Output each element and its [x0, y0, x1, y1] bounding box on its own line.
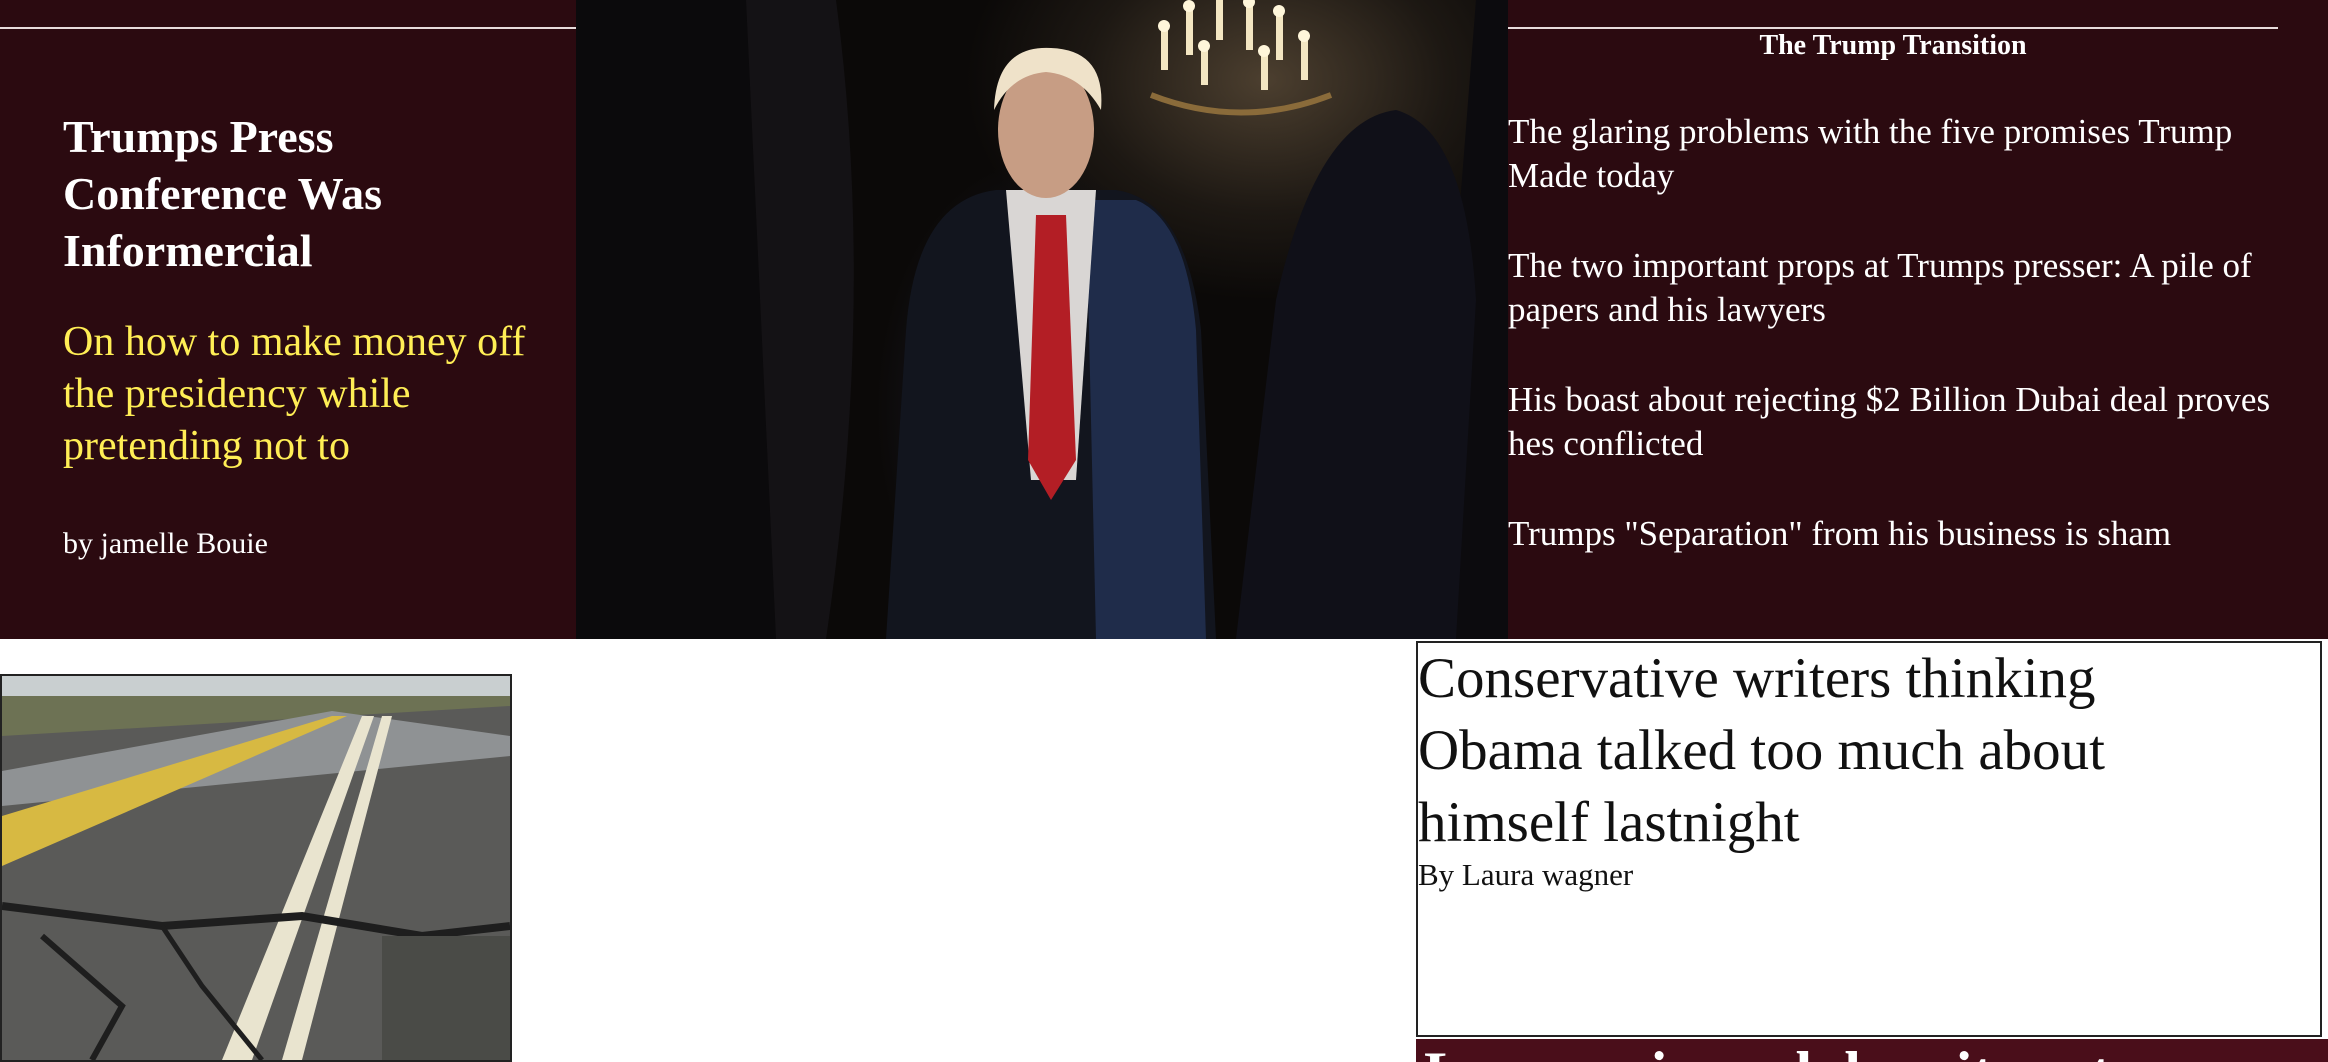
- lead-story[interactable]: Trumps Press Conference Was Informercial…: [0, 0, 576, 639]
- top-rule: [0, 27, 576, 29]
- sidebar-story-link[interactable]: Trumps "Separation" from his business is…: [1508, 512, 2288, 556]
- sidebar-story-link[interactable]: The two important props at Trumps presse…: [1508, 244, 2288, 332]
- lead-story-photo[interactable]: [576, 0, 1508, 639]
- lead-story-title[interactable]: Trumps Press Conference Was Informercial: [63, 108, 543, 279]
- cracked-road-image: [2, 676, 510, 1060]
- feature-card[interactable]: Conservative writers thinking Obama talk…: [1416, 641, 2322, 1037]
- transition-sidebar: The Trump Transition The glaring problem…: [1508, 0, 2328, 639]
- sidebar-story-text[interactable]: His boast about rejecting $2 Billion Dub…: [1508, 378, 2288, 466]
- lead-story-dek: On how to make money off the presidency …: [63, 319, 526, 469]
- cracked-road-photo[interactable]: [0, 674, 512, 1062]
- hero-section: Trumps Press Conference Was Informercial…: [0, 0, 2328, 639]
- trump-figure-image: [576, 0, 1508, 639]
- sidebar-story-text[interactable]: The two important props at Trumps presse…: [1508, 244, 2288, 332]
- lead-story-byline: by jamelle Bouie: [63, 527, 268, 560]
- sidebar-story-text[interactable]: The glaring problems with the five promi…: [1508, 110, 2288, 198]
- sidebar-story-list: The glaring problems with the five promi…: [1508, 110, 2288, 602]
- sidebar-story-link[interactable]: The glaring problems with the five promi…: [1508, 110, 2288, 198]
- feature-card-title[interactable]: Conservative writers thinking Obama talk…: [1418, 643, 2198, 859]
- next-story-title[interactable]: Lame m inc ecl does it eact: [1424, 1043, 2110, 1062]
- next-story-strip[interactable]: Lame m inc ecl does it eact: [1416, 1039, 2328, 1062]
- sidebar-section-title[interactable]: The Trump Transition: [1508, 28, 2278, 64]
- sidebar-story-text[interactable]: Trumps "Separation" from his business is…: [1508, 512, 2288, 556]
- sidebar-story-link[interactable]: His boast about rejecting $2 Billion Dub…: [1508, 378, 2288, 466]
- feature-card-byline: By Laura wagner: [1418, 857, 1634, 892]
